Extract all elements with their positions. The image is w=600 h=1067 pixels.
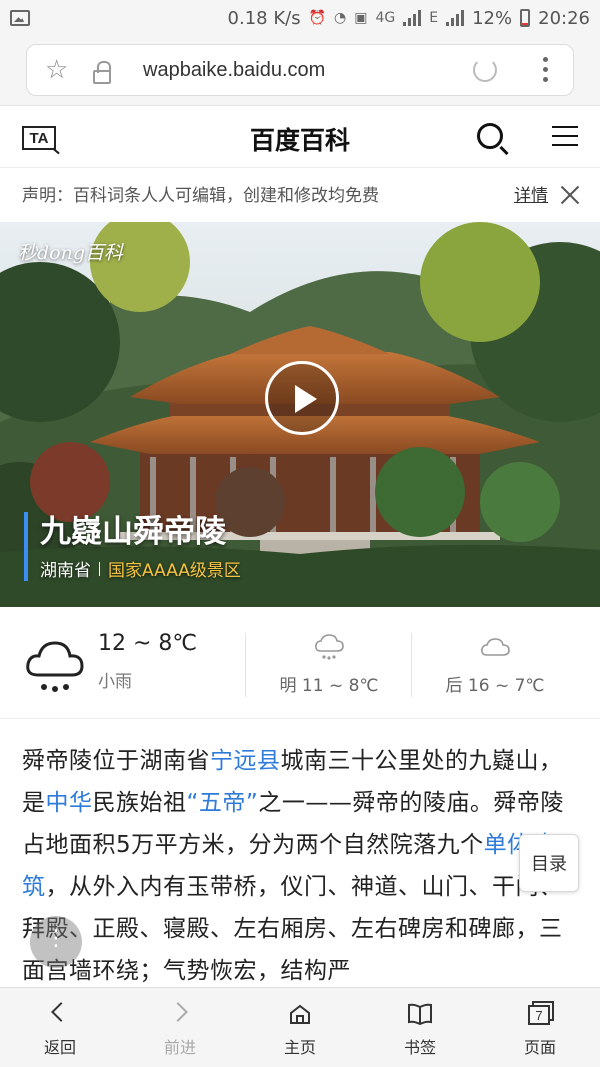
nav-back-label: 返回 <box>43 1038 76 1057</box>
nfc-icon: ▣ <box>354 10 368 26</box>
data-indicator-icon: E <box>429 10 439 26</box>
nav-home-label: 主页 <box>283 1038 316 1057</box>
notice-text: 声明：百科词条人人可编辑，创建和修改均免费 <box>22 186 379 206</box>
cell-signal-icon <box>403 10 422 26</box>
today-description: 小雨 <box>98 672 132 692</box>
article-link-ningyuan[interactable]: 宁远县 <box>210 748 281 774</box>
hero-video[interactable]: 秒dong百科 九嶷山舜帝陵 湖南省 国家AAAA级景区 <box>0 222 600 607</box>
network-type: 4G <box>375 10 396 26</box>
url-text[interactable]: wapbaike.baidu.com <box>143 59 325 82</box>
lock-icon <box>93 61 111 84</box>
home-icon <box>285 1000 315 1028</box>
close-icon[interactable] <box>560 185 580 205</box>
gallery-notification-icon <box>10 10 30 26</box>
weather-after-tomorrow: 后 16 ~ 7℃ <box>412 633 578 696</box>
tabs-count: 7 <box>535 1008 542 1023</box>
today-temperature: 12 ~ 8℃ <box>98 631 198 656</box>
nav-bookmarks-label: 书签 <box>403 1038 436 1057</box>
nav-back[interactable]: 返回 <box>0 988 120 1067</box>
clock: 20:26 <box>538 7 590 29</box>
article-text: ，从外入内有玉带桥，仪门、神道、山门、干门、拜殿、正殿、寝殿、左右厢房、左右碑房… <box>22 874 563 984</box>
address-bar[interactable]: ☆ wapbaike.baidu.com <box>26 44 574 96</box>
tomorrow-temperature: 明 11 ~ 8℃ <box>279 676 379 696</box>
cell-signal-2-icon <box>446 10 465 26</box>
browser-menu-icon[interactable] <box>543 57 549 82</box>
hero-caption: 九嶷山舜帝陵 湖南省 国家AAAA级景区 <box>24 512 241 581</box>
reload-icon[interactable] <box>473 58 497 82</box>
tabs-icon: 7 <box>525 1000 555 1028</box>
hero-level: 国家AAAA级景区 <box>108 561 241 581</box>
hero-separator <box>99 561 100 576</box>
site-header: TA 百度百科 <box>0 106 600 168</box>
nav-forward[interactable]: 前进 <box>120 988 240 1067</box>
battery-percent: 12% <box>472 7 513 29</box>
forward-icon <box>165 1000 195 1028</box>
article-text: 舜帝陵位于湖南省 <box>22 748 210 774</box>
nav-tabs[interactable]: 7 页面 <box>480 988 600 1067</box>
light-rain-cloud-icon <box>315 634 344 660</box>
article-body: 舜帝陵位于湖南省宁远县城南三十公里处的九嶷山，是中华民族始祖“五帝”之一——舜帝… <box>22 740 582 992</box>
back-icon <box>45 1000 75 1028</box>
nav-home[interactable]: 主页 <box>240 988 360 1067</box>
book-icon <box>405 1000 435 1028</box>
browser-toolbar: ☆ wapbaike.baidu.com <box>0 36 600 106</box>
floating-menu-button[interactable] <box>30 916 82 968</box>
menu-icon[interactable] <box>550 126 578 146</box>
weather-tomorrow: 明 11 ~ 8℃ <box>246 633 412 696</box>
hero-subtitle: 湖南省 国家AAAA级景区 <box>40 556 241 581</box>
notice-bar: 声明：百科词条人人可编辑，创建和修改均免费 详情 <box>0 168 600 222</box>
bookmark-star-icon[interactable]: ☆ <box>45 55 68 85</box>
network-speed: 0.18 K/s <box>227 7 301 29</box>
hero-title: 九嶷山舜帝陵 <box>40 514 226 550</box>
notice-details-link[interactable]: 详情 <box>514 181 548 206</box>
wifi-icon: ◔ <box>334 10 347 26</box>
nav-forward-label: 前进 <box>163 1038 196 1057</box>
nav-bookmarks[interactable]: 书签 <box>360 988 480 1067</box>
article-link-zhonghua[interactable]: 中华 <box>46 790 93 816</box>
play-button[interactable] <box>265 361 339 435</box>
search-icon[interactable] <box>477 123 503 149</box>
after-tomorrow-temperature: 后 16 ~ 7℃ <box>445 676 545 696</box>
battery-icon <box>520 9 531 27</box>
hero-province: 湖南省 <box>40 561 91 581</box>
article-link-wudi[interactable]: “五帝” <box>187 790 259 816</box>
cloud-icon <box>481 638 510 656</box>
bottom-navigation: 返回 前进 主页 书签 7 页面 <box>0 987 600 1067</box>
hero-watermark: 秒dong百科 <box>18 242 124 264</box>
site-title[interactable]: 百度百科 <box>0 121 600 157</box>
nav-tabs-label: 页面 <box>523 1038 556 1057</box>
weather-widget[interactable]: 12 ~ 8℃ 小雨 明 11 ~ 8℃ 后 16 ~ 7℃ <box>0 607 600 719</box>
alarm-icon: ⏰ <box>308 10 327 26</box>
toc-button[interactable]: 目录 <box>519 834 579 892</box>
play-icon <box>295 385 317 413</box>
rain-cloud-icon <box>26 641 84 692</box>
status-bar: 0.18 K/s ⏰ ◔ ▣ 4G E 12% 20:26 <box>0 0 600 36</box>
article-text: 民族始祖 <box>92 790 187 816</box>
